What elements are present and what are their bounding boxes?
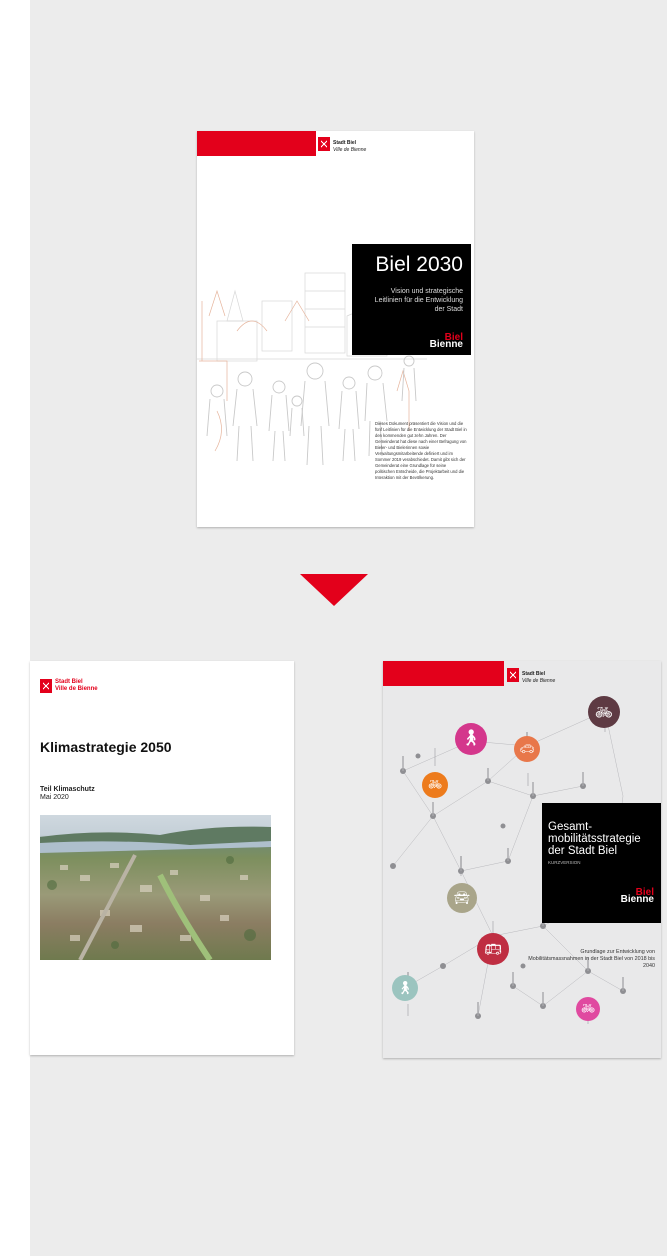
bus-icon: 🚌︎ <box>477 933 509 965</box>
document-subtitle: KURZVERSION <box>548 860 581 865</box>
brand-name-fr: Ville de Bienne <box>522 678 556 684</box>
document-footer: Grundlage zur Entwicklung von Mobilitäts… <box>528 949 655 969</box>
aerial-city-photo <box>40 815 271 960</box>
document-title: Biel 2030 <box>375 253 463 276</box>
bicycle-small-icon: 🚲︎ <box>576 997 600 1021</box>
car-sharing-icon: 🚘︎ <box>447 883 477 913</box>
document-description: Dieses Dokument präsentiert die Vision u… <box>375 421 467 480</box>
walking-icon: 🚶︎ <box>392 975 418 1001</box>
red-header-bar <box>197 131 316 156</box>
pedestrian-icon: 🚶︎ <box>455 723 487 755</box>
title-box: Biel 2030 Vision und strategische Leitli… <box>352 244 471 355</box>
arrow-down-icon <box>300 574 368 606</box>
document-title: Klimastrategie 2050 <box>40 739 172 755</box>
red-header-bar <box>383 661 504 686</box>
biel-2030-cover[interactable]: Stadt Biel Ville de Bienne Biel 2030 Vis… <box>197 131 474 527</box>
klimastrategie-cover[interactable]: Stadt Biel Ville de Bienne Klimastrategi… <box>30 661 294 1055</box>
bicycle-icon: 🚲︎ <box>588 696 620 728</box>
biel-crest-icon <box>507 668 519 682</box>
biel-crest-icon <box>318 137 330 151</box>
document-date: Mai 2020 <box>40 794 69 801</box>
brand-name-fr: Ville de Bienne <box>55 686 98 692</box>
brand-name: Stadt Biel <box>333 140 357 146</box>
car-icon: 🚗︎ <box>514 736 540 762</box>
brand-name-fr: Ville de Bienne <box>333 147 367 153</box>
document-subtitle: Teil Klimaschutz <box>40 786 95 793</box>
brand-name: Stadt Biel <box>522 671 546 677</box>
biel-bienne-logo: Biel Bienne <box>429 332 463 350</box>
document-title: Gesamt-mobilitätsstrategie der Stadt Bie… <box>548 821 641 857</box>
bike-parking-icon: 🚲︎ <box>422 772 448 798</box>
brand-name: Stadt Biel <box>55 679 83 685</box>
biel-crest-icon <box>40 679 52 693</box>
title-box: Gesamt-mobilitätsstrategie der Stadt Bie… <box>542 803 661 923</box>
document-subtitle: Vision und strategische Leitlinien für d… <box>374 288 463 313</box>
mobilitaetsstrategie-cover[interactable]: Stadt Biel Ville de Bienne 🚲︎ 🚶︎ 🚗︎ 🚲︎ 🚘… <box>383 661 661 1058</box>
biel-bienne-logo: Biel Bienne <box>620 887 654 905</box>
